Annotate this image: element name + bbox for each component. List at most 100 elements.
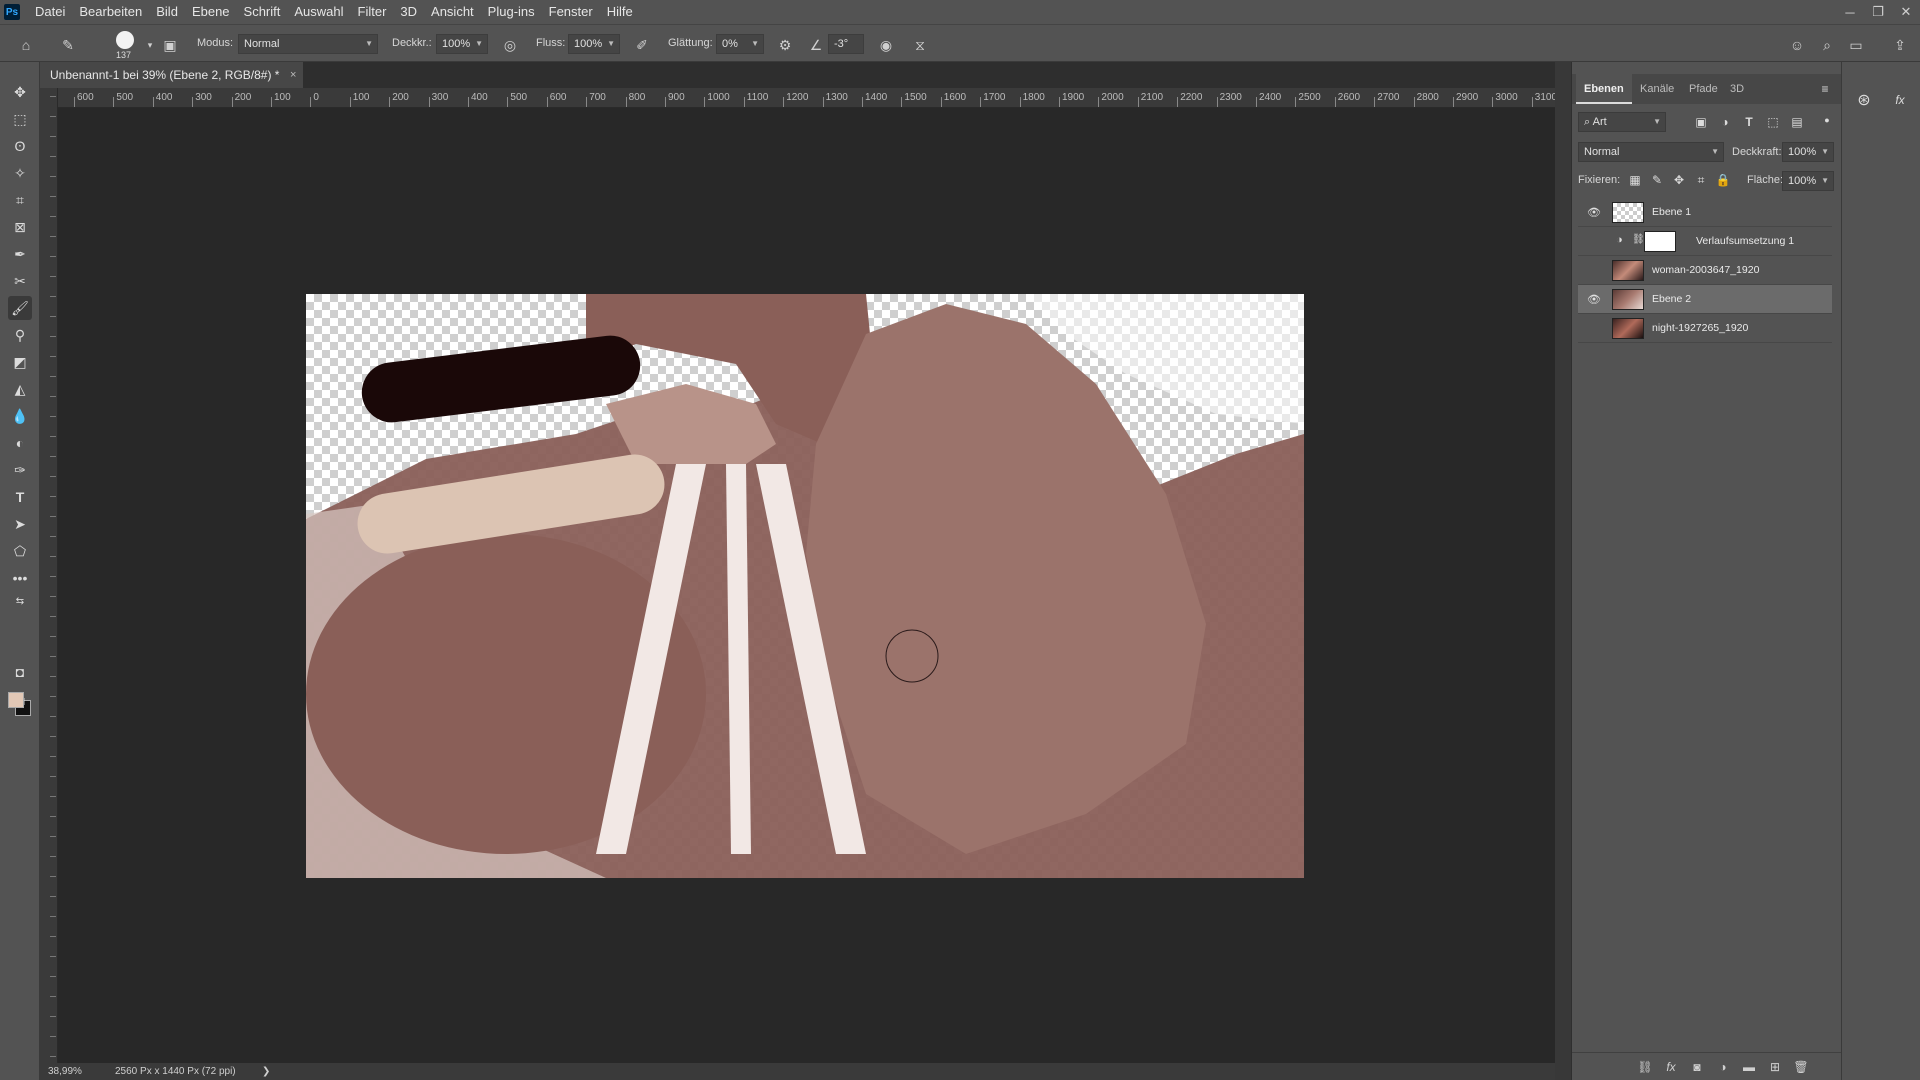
filter-toggle-icon[interactable]: ● (1818, 111, 1836, 129)
brush-settings-icon[interactable]: ▣ (160, 35, 180, 55)
fill-field[interactable]: 100% ▼ (1782, 171, 1834, 191)
healing-brush-icon[interactable]: ✂ (8, 269, 32, 293)
foreground-color-swatch[interactable] (8, 692, 24, 708)
share-user-icon[interactable]: ☺ (1787, 35, 1807, 55)
marquee-tool-icon[interactable]: ⬚ (8, 107, 32, 131)
menu-filter[interactable]: Filter (351, 0, 394, 24)
learn-panel-icon[interactable]: ⊛ (1852, 88, 1876, 112)
angle-field[interactable]: -3° (828, 34, 864, 54)
new-group-icon[interactable]: ▬ (1740, 1058, 1758, 1076)
mode-select[interactable]: Normal ▼ (238, 34, 378, 54)
visibility-toggle[interactable] (1586, 321, 1602, 335)
opacity-field[interactable]: 100% ▼ (436, 34, 488, 54)
properties-panel-icon[interactable]: fx (1888, 88, 1912, 112)
menu-bild[interactable]: Bild (149, 0, 185, 24)
workspace-icon[interactable]: ▭ (1846, 35, 1866, 55)
menu-3d[interactable]: 3D (393, 0, 424, 24)
filter-smart-object-icon[interactable]: ▤ (1788, 113, 1806, 131)
paint-bucket-icon[interactable]: ◭ (8, 377, 32, 401)
lock-artboard-icon[interactable]: ⌗ (1692, 171, 1710, 189)
flow-field[interactable]: 100% ▼ (568, 34, 620, 54)
blur-tool-icon[interactable]: 💧 (8, 404, 32, 428)
pressure-opacity-icon[interactable]: ◎ (500, 35, 520, 55)
menu-hilfe[interactable]: Hilfe (600, 0, 640, 24)
menu-auswahl[interactable]: Auswahl (287, 0, 350, 24)
filter-type-icon[interactable]: T (1740, 113, 1758, 131)
crop-tool-icon[interactable]: ⌗ (8, 188, 32, 212)
frame-tool-icon[interactable]: ⊠ (8, 215, 32, 239)
panel-menu-icon[interactable]: ≡ (1816, 80, 1834, 98)
path-selection-icon[interactable]: ➤ (8, 512, 32, 536)
more-tools-icon[interactable]: ••• (8, 566, 32, 590)
menu-schrift[interactable]: Schrift (237, 0, 288, 24)
layer-row-night[interactable]: night-1927265_1920 (1578, 314, 1832, 343)
tab-3d[interactable]: 3D (1722, 74, 1752, 104)
chevron-down-icon[interactable]: ▾ (140, 35, 160, 55)
new-layer-icon[interactable]: ⊞ (1766, 1058, 1784, 1076)
menu-plug-ins[interactable]: Plug-ins (481, 0, 542, 24)
airbrush-icon[interactable]: ✐ (632, 35, 652, 55)
lock-transparency-icon[interactable]: ▦ (1626, 171, 1644, 189)
restore-button[interactable]: ❐ (1864, 0, 1892, 24)
close-icon[interactable]: × (290, 62, 296, 88)
lock-pixels-icon[interactable]: ✎ (1648, 171, 1666, 189)
layer-row-ebene-2[interactable]: 👁 Ebene 2 (1578, 285, 1832, 314)
tab-ebenen[interactable]: Ebenen (1576, 74, 1632, 104)
pressure-size-icon[interactable]: ◉ (876, 35, 896, 55)
menu-fenster[interactable]: Fenster (542, 0, 600, 24)
minimize-button[interactable]: ─ (1836, 0, 1864, 24)
lasso-tool-icon[interactable]: ʘ (8, 134, 32, 158)
smoothing-field[interactable]: 0% ▼ (716, 34, 764, 54)
brush-size-preview[interactable] (116, 31, 134, 49)
lock-all-icon[interactable]: 🔒 (1714, 171, 1732, 189)
clone-stamp-icon[interactable]: ⚲ (8, 323, 32, 347)
shape-tool-icon[interactable]: ⬠ (8, 539, 32, 563)
fx-icon[interactable]: fx (1662, 1058, 1680, 1076)
filter-adjustment-icon[interactable]: ◑ (1716, 113, 1734, 131)
new-adjustment-icon[interactable]: ◑ (1714, 1058, 1732, 1076)
swap-colors-icon[interactable]: ⇆ (8, 594, 32, 608)
eye-icon[interactable]: 👁 (1586, 205, 1602, 219)
layer-opacity-field[interactable]: 100% ▼ (1782, 142, 1834, 162)
brush-tool-icon[interactable]: 🖌 (8, 296, 32, 320)
type-tool-icon[interactable]: T (8, 485, 32, 509)
menu-ebene[interactable]: Ebene (185, 0, 237, 24)
menu-ansicht[interactable]: Ansicht (424, 0, 481, 24)
quick-selection-icon[interactable]: ✧ (8, 161, 32, 185)
blend-mode-select[interactable]: Normal ▼ (1578, 142, 1724, 162)
visibility-toggle[interactable] (1586, 234, 1602, 248)
layer-row-woman[interactable]: woman-2003647_1920 (1578, 256, 1832, 285)
eye-icon[interactable]: 👁 (1586, 292, 1602, 306)
eyedropper-icon[interactable]: ✒ (8, 242, 32, 266)
export-icon[interactable]: ⇪ (1890, 35, 1910, 55)
trash-icon[interactable]: 🗑 (1792, 1058, 1810, 1076)
layer-row-ebene-1[interactable]: 👁 Ebene 1 (1578, 198, 1832, 227)
layer-filter-select[interactable]: ⌕ Art ▼ (1578, 112, 1666, 132)
filter-shape-icon[interactable]: ⬚ (1764, 113, 1782, 131)
quick-mask-icon[interactable]: ◘ (8, 660, 32, 684)
link-layers-icon[interactable]: ⛓ (1636, 1058, 1654, 1076)
dodge-tool-icon[interactable]: ◐ (8, 431, 32, 455)
tab-pfade[interactable]: Pfade (1681, 74, 1726, 104)
brush-preset-icon[interactable]: ✎ (58, 35, 78, 55)
move-tool-icon[interactable]: ✥ (8, 80, 32, 104)
gear-icon[interactable]: ⚙ (775, 35, 795, 55)
document-tab[interactable]: Unbenannt-1 bei 39% (Ebene 2, RGB/8#) * … (40, 62, 304, 88)
menu-datei[interactable]: Datei (28, 0, 72, 24)
symmetry-icon[interactable]: ⧖ (910, 35, 930, 55)
document-canvas[interactable] (306, 294, 1304, 878)
filter-pixel-icon[interactable]: ▣ (1692, 113, 1710, 131)
close-button[interactable]: ✕ (1892, 0, 1920, 24)
tab-kanaele[interactable]: Kanäle (1632, 74, 1682, 104)
home-icon[interactable]: ⌂ (16, 35, 36, 55)
visibility-toggle[interactable] (1586, 263, 1602, 277)
search-icon[interactable]: ⌕ (1817, 35, 1837, 55)
add-mask-icon[interactable]: ◙ (1688, 1058, 1706, 1076)
status-arrow-icon[interactable]: ❯ (262, 1063, 270, 1080)
pen-tool-icon[interactable]: ✑ (8, 458, 32, 482)
zoom-level[interactable]: 38,99% (48, 1063, 82, 1080)
eraser-tool-icon[interactable]: ◩ (8, 350, 32, 374)
lock-position-icon[interactable]: ✥ (1670, 171, 1688, 189)
layer-row-verlaufsumsetzung-1[interactable]: ◑ ⛓ Verlaufsumsetzung 1 (1578, 227, 1832, 256)
menu-bearbeiten[interactable]: Bearbeiten (72, 0, 149, 24)
